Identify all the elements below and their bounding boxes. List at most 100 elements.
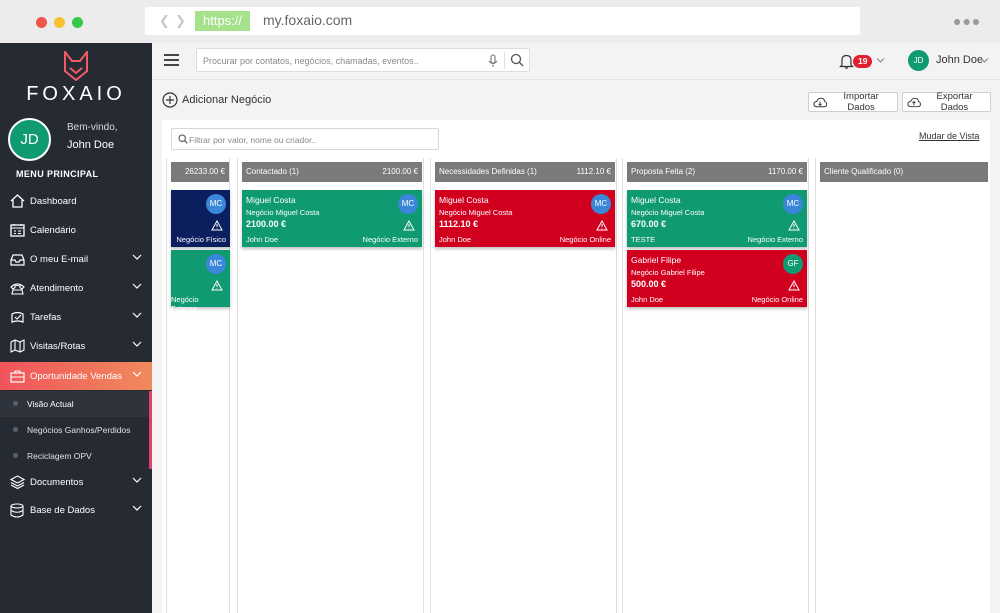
chevron-down-icon <box>132 477 142 483</box>
warning-icon <box>403 220 415 231</box>
address-bar[interactable]: ❮ ❯ https:// my.foxaio.com <box>145 7 860 35</box>
deal-card[interactable]: Miguel Costa Negócio Miguel Costa 1112.1… <box>435 190 615 247</box>
sidebar-item-database[interactable]: Base de Dados <box>0 496 152 524</box>
deal-owner-avatar: MC <box>398 194 418 214</box>
global-search <box>196 48 530 72</box>
deal-card[interactable]: MC Negócio Externo <box>171 250 230 313</box>
deal-value: 1112.10 € <box>439 219 479 229</box>
deal-type: Negócio Externo <box>362 235 418 244</box>
sidebar-item-tasks[interactable]: Tarefas <box>0 303 152 331</box>
user-name[interactable]: John Doe <box>936 54 983 66</box>
deal-value: 670.00 € <box>631 219 667 229</box>
deal-contact-name: Gabriel Filipe <box>631 255 682 265</box>
chevron-down-icon[interactable] <box>980 57 989 64</box>
sidebar-item-support[interactable]: Atendimento <box>0 274 152 302</box>
deal-filter-input[interactable] <box>189 133 429 146</box>
chevron-down-icon[interactable] <box>876 57 885 64</box>
user-avatar[interactable]: JD <box>908 50 929 71</box>
forward-arrow-icon[interactable]: ❯ <box>175 13 186 29</box>
deal-name: Negócio Miguel Costa <box>246 208 320 217</box>
column-header: Proposta Feita (2) 1170.00 € <box>627 162 807 182</box>
briefcase-icon <box>9 368 25 384</box>
submenu-item-label: Visão Actual <box>27 399 74 409</box>
deal-type: Negócio Físico <box>176 235 226 244</box>
sidebar-item-dashboard[interactable]: Dashboard <box>0 187 152 215</box>
chevron-down-icon <box>132 371 142 377</box>
deal-card[interactable]: Miguel Costa Negócio Miguel Costa 670.00… <box>627 190 807 247</box>
notification-count-badge[interactable]: 19 <box>853 55 873 68</box>
pipeline-panel: Mudar de Vista 26233.00 € MC Negócio Fís… <box>162 120 990 613</box>
search-icon[interactable] <box>510 53 524 67</box>
chevron-down-icon <box>132 283 142 289</box>
column-header: Cliente Qualificado (0) <box>820 162 988 182</box>
main-content: Adicionar Negócio Importar Dados Exporta… <box>152 80 1000 613</box>
browser-toolbar: ❮ ❯ https:// my.foxaio.com ●●● <box>0 0 1000 43</box>
submenu-item-recycle[interactable]: Reciclagem OPV <box>0 443 149 469</box>
home-icon <box>9 193 25 209</box>
column-total: 1170.00 € <box>768 167 803 176</box>
sidebar-item-documents[interactable]: Documentos <box>0 468 152 496</box>
pipeline-column: Contactado (1) 2100.00 € Miguel Costa Ne… <box>237 158 424 613</box>
submenu-item-won-lost[interactable]: Negócios Ganhos/Perdidos <box>0 417 149 443</box>
import-data-button[interactable]: Importar Dados <box>808 91 898 113</box>
deal-owner-avatar: MC <box>206 194 226 214</box>
bell-icon[interactable] <box>839 53 854 69</box>
logo[interactable]: FOXAIO <box>0 51 152 106</box>
submenu-item-current-view[interactable]: Visão Actual <box>0 391 149 417</box>
deal-card[interactable]: Gabriel Filipe Negócio Gabriel Filipe 50… <box>627 250 807 307</box>
phone-icon <box>9 280 25 296</box>
deal-value: 500.00 € <box>631 279 667 289</box>
export-data-label: Exportar Dados <box>936 91 973 113</box>
map-icon <box>9 338 25 354</box>
chevron-down-icon <box>132 254 142 260</box>
hamburger-menu-icon[interactable] <box>164 54 179 66</box>
deal-filter <box>171 128 439 150</box>
search-icon <box>178 134 188 144</box>
welcome-user-name: John Doe <box>67 139 115 151</box>
cloud-download-icon <box>813 97 828 107</box>
column-name: Proposta Feita (2) <box>631 167 696 176</box>
chevron-down-icon <box>132 312 142 318</box>
pipeline-column: 26233.00 € MC Negócio Físico MC Negócio … <box>166 158 230 613</box>
deal-type: Negócio Externo <box>171 295 199 313</box>
deal-card[interactable]: MC Negócio Físico <box>171 190 230 247</box>
sidebar-item-label: O meu E-mail <box>30 253 89 265</box>
maximize-window-button[interactable] <box>72 17 83 28</box>
back-arrow-icon[interactable]: ❮ <box>159 13 170 29</box>
sales-submenu: Visão Actual Negócios Ganhos/Perdidos Re… <box>0 391 152 469</box>
global-search-input[interactable] <box>203 53 473 68</box>
inbox-icon <box>9 251 25 267</box>
url-scheme: https:// <box>195 11 251 31</box>
export-data-button[interactable]: Exportar Dados <box>902 91 991 113</box>
microphone-icon[interactable] <box>488 54 498 68</box>
sidebar-item-email[interactable]: O meu E-mail <box>0 245 152 273</box>
layers-icon <box>9 474 25 490</box>
deal-type: Negócio Externo <box>747 235 803 244</box>
warning-icon <box>596 220 608 231</box>
sidebar-item-visits[interactable]: Visitas/Rotas <box>0 332 152 360</box>
database-icon <box>9 502 25 518</box>
minimize-window-button[interactable] <box>54 17 65 28</box>
avatar[interactable]: JD <box>8 118 51 161</box>
deal-owner-avatar: MC <box>783 194 803 214</box>
welcome-text: Bem-vindo, <box>67 122 118 133</box>
close-window-button[interactable] <box>36 17 47 28</box>
more-options-icon[interactable]: ●●● <box>953 13 981 29</box>
deal-owner: John Doe <box>246 235 279 244</box>
add-deal-button[interactable]: Adicionar Negócio <box>162 92 271 108</box>
deal-card[interactable]: Miguel Costa Negócio Miguel Costa 2100.0… <box>242 190 422 247</box>
logo-text: FOXAIO <box>26 83 126 105</box>
top-bar: 19 JD John Doe <box>152 43 1000 80</box>
pipeline-column: Proposta Feita (2) 1170.00 € Miguel Cost… <box>622 158 809 613</box>
column-name: Contactado (1) <box>246 167 299 176</box>
sidebar-item-sales-opportunities[interactable]: Oportunidade Vendas <box>0 362 152 390</box>
deal-value: 2100.00 € <box>246 219 287 229</box>
add-deal-label: Adicionar Negócio <box>182 94 272 106</box>
calendar-icon <box>9 222 25 238</box>
change-view-link[interactable]: Mudar de Vista <box>919 131 979 141</box>
url-text[interactable]: my.foxaio.com <box>263 12 352 28</box>
deal-owner-avatar: GF <box>783 254 803 274</box>
sidebar-item-label: Atendimento <box>30 282 84 294</box>
column-header: Contactado (1) 2100.00 € <box>242 162 422 182</box>
sidebar-item-calendar[interactable]: Calendário <box>0 216 152 244</box>
